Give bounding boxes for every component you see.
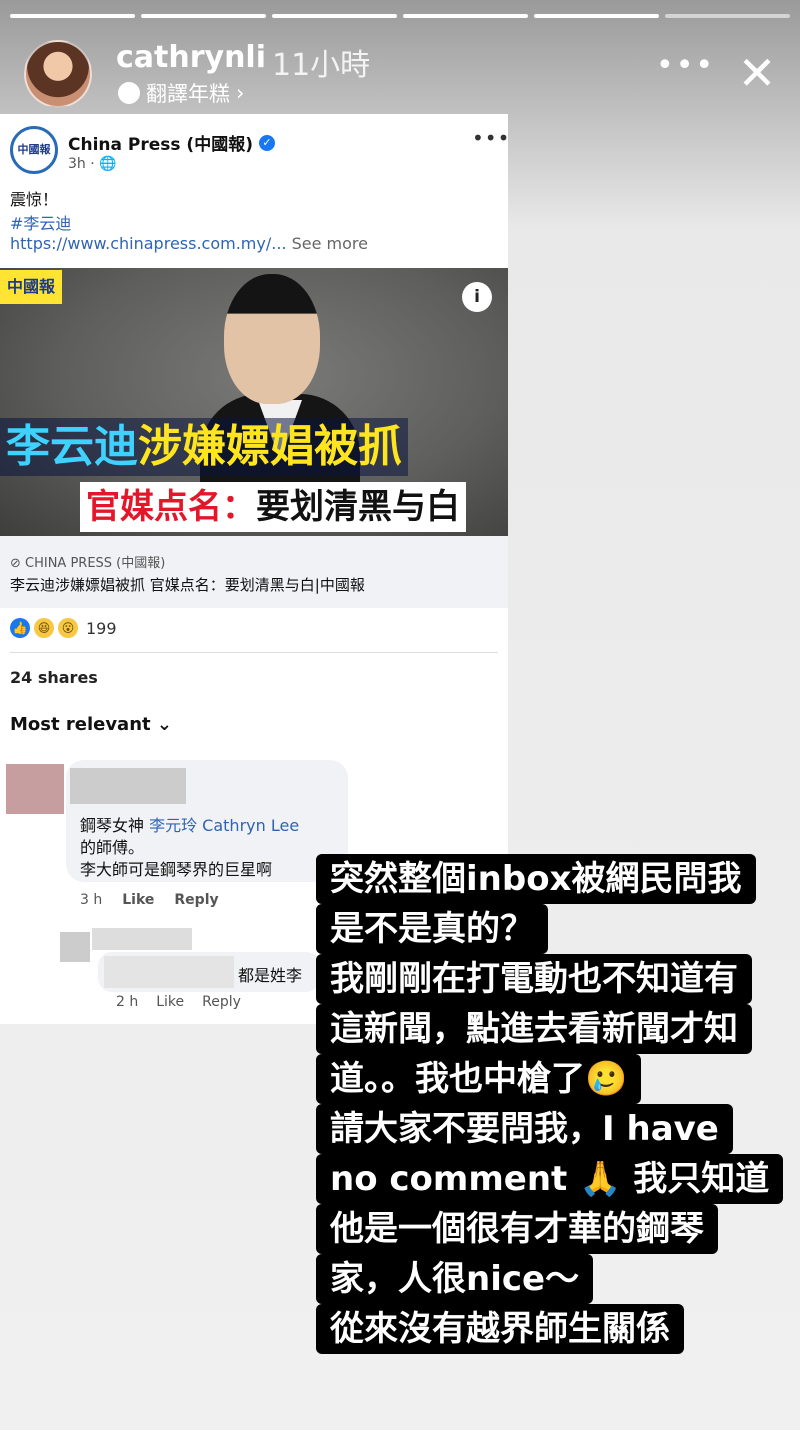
reply-like: Like	[156, 994, 185, 1010]
like-reaction-icon: 👍	[10, 618, 30, 638]
comment-bubble: 鋼琴女神 李元玲 Cathryn Lee 的師傅。 李大師可是鋼琴界的巨星啊	[66, 760, 348, 882]
reply-time: 2 h	[116, 994, 139, 1010]
story-viewer[interactable]: cathrynli 11小時 翻譯年糕 › ••• ✕ 中國報 China Pr…	[0, 0, 800, 1430]
reply-actions: 2 h Like Reply	[116, 994, 241, 1010]
comment-avatar	[6, 764, 64, 814]
see-more-link: See more	[291, 234, 368, 253]
comment-time: 3 h	[80, 892, 103, 908]
overlay-line: 突然整個inbox被網民問我	[316, 854, 756, 904]
progress-segment	[141, 14, 266, 18]
link-preview: ⊘ CHINA PRESS (中國報) 李云迪涉嫌嫖娼被抓 官媒点名：要划清黑与…	[0, 536, 508, 608]
divider	[10, 652, 498, 653]
info-icon: i	[462, 282, 492, 312]
overlay-line: no comment 🙏 我只知道	[316, 1154, 784, 1204]
comment-sort: Most relevant ⌄	[10, 714, 172, 735]
translate-link[interactable]: 翻譯年糕 ›	[118, 78, 244, 108]
close-icon[interactable]: ✕	[734, 50, 780, 96]
headline-text: 涉嫌嫖娼被抓	[138, 421, 402, 472]
post-more-icon: •••	[472, 126, 511, 150]
story-username[interactable]: cathrynli	[116, 40, 266, 75]
headline-name: 李云迪	[6, 421, 138, 472]
wow-reaction-icon: 😮	[58, 618, 78, 638]
reply-avatar	[60, 932, 90, 962]
subheadline-red: 官媒点名：	[86, 487, 256, 527]
haha-reaction-icon: 😆	[34, 618, 54, 638]
reactions-count: 199	[86, 618, 117, 638]
post-link: https://www.chinapress.com.my/... See mo…	[10, 234, 368, 253]
page-name: China Press (中國報) ✓	[68, 130, 275, 155]
comment-line: 鋼琴女神 李元玲 Cathryn Lee	[80, 812, 299, 836]
translate-icon	[118, 82, 140, 104]
image-headline: 李云迪涉嫌嫖娼被抓	[0, 418, 408, 476]
comment-line: 李大師可是鋼琴界的巨星啊	[80, 860, 273, 879]
chevron-right-icon: ›	[236, 81, 245, 105]
china-press-logo: 中國報	[0, 270, 62, 304]
link-title: 李云迪涉嫌嫖娼被抓 官媒点名：要划清黑与白|中國報	[10, 576, 365, 594]
progress-segment	[403, 14, 528, 18]
replier-name-redacted	[92, 928, 192, 950]
commenter-name-redacted	[70, 768, 186, 804]
progress-segment	[534, 14, 659, 18]
overlay-line: 家，人很nice～	[316, 1254, 594, 1304]
reply-reply: Reply	[202, 994, 241, 1010]
overlay-line: 請大家不要問我，I have	[316, 1104, 733, 1154]
overlay-line: 我剛剛在打電動也不知道有	[316, 954, 752, 1004]
overlay-line: 是不是真的？	[316, 904, 548, 954]
reactions-bar: 👍 😆 😮 199	[10, 618, 117, 638]
comment-text: 鋼琴女神	[80, 816, 150, 835]
verified-icon: ✓	[258, 134, 275, 151]
translate-label: 翻譯年糕	[146, 82, 230, 106]
comment-reply: Reply	[174, 892, 219, 908]
image-subheadline: 官媒点名：要划清黑与白	[80, 482, 466, 532]
post-meta: 3h · 🌐	[68, 156, 117, 172]
page-logo: 中國報	[10, 126, 58, 174]
progress-segment	[10, 14, 135, 18]
progress-segment	[272, 14, 397, 18]
comment-like: Like	[122, 892, 155, 908]
page-name-text: China Press (中國報)	[68, 135, 253, 155]
reply-text-redacted	[104, 956, 234, 988]
news-image: 中國報 i 李云迪涉嫌嫖娼被抓 官媒点名：要划清黑与白	[0, 268, 508, 536]
link-source: ⊘ CHINA PRESS (中國報)	[10, 556, 166, 571]
reply-text: 都是姓李	[238, 966, 303, 985]
overlay-line: 從來沒有越界師生關係	[316, 1304, 684, 1354]
reply-bubble: 都是姓李	[98, 952, 320, 992]
profile-avatar[interactable]	[24, 40, 92, 108]
post-text: 震惊！	[10, 190, 59, 209]
overlay-line: 他是一個很有才華的鋼琴	[316, 1204, 718, 1254]
subheadline-black: 要划清黑与白	[256, 487, 460, 527]
progress-segment	[665, 14, 790, 18]
post-link-url: https://www.chinapress.com.my/...	[10, 234, 287, 253]
comment-actions: 3 h Like Reply	[80, 892, 219, 908]
overlay-line: 這新聞，點進去看新聞才知	[316, 1004, 752, 1054]
overlay-line: 道。。我也中槍了🥲	[316, 1054, 642, 1104]
comment-mention: 李元玲 Cathryn Lee	[149, 816, 300, 835]
story-time: 11小時	[272, 48, 371, 83]
story-progress	[10, 14, 790, 19]
shares-count: 24 shares	[10, 668, 98, 687]
story-text-overlay: 突然整個inbox被網民問我 是不是真的？ 我剛剛在打電動也不知道有 這新聞，點…	[316, 854, 800, 1354]
post-hashtag: #李云迪	[10, 214, 72, 233]
more-options-icon[interactable]: •••	[656, 48, 715, 83]
comment-line: 的師傅。	[80, 838, 145, 857]
